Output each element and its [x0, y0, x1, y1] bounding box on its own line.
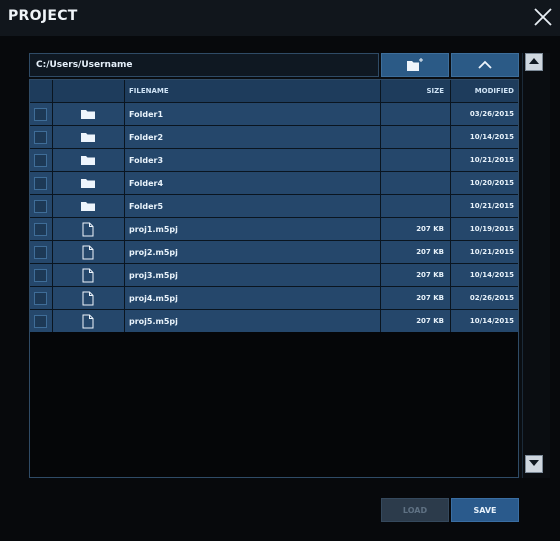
table-header: FILENAME SIZE MODIFIED [30, 80, 518, 102]
row-filename: proj3.m5pj [129, 270, 178, 280]
dialog-title: PROJECT [8, 8, 78, 24]
table-row[interactable]: Folder3 10/21/2015 [30, 148, 518, 171]
row-size: 207 KB [416, 248, 444, 256]
column-header-modified[interactable]: MODIFIED [450, 80, 514, 102]
row-size: 207 KB [416, 317, 444, 325]
checkbox[interactable] [34, 153, 47, 167]
scroll-up-button[interactable] [525, 53, 543, 71]
row-size [380, 126, 450, 148]
row-size [380, 149, 450, 171]
row-filename: proj2.m5pj [129, 247, 178, 257]
row-modified: 10/14/2015 [469, 317, 514, 325]
new-folder-button[interactable] [381, 53, 449, 77]
table-row[interactable]: Folder1 03/26/2015 [30, 102, 518, 125]
checkbox[interactable] [34, 176, 47, 190]
column-header-filename[interactable]: FILENAME [125, 80, 169, 102]
row-size [380, 103, 450, 125]
row-modified: 10/14/2015 [469, 133, 514, 141]
row-modified: 03/26/2015 [469, 110, 514, 118]
file-icon [52, 241, 124, 263]
row-filename: proj1.m5pj [129, 224, 178, 234]
row-modified: 10/21/2015 [469, 156, 514, 164]
row-filename: proj5.m5pj [129, 316, 178, 326]
row-filename: Folder5 [129, 201, 164, 211]
checkbox[interactable] [34, 130, 47, 144]
checkbox[interactable] [34, 245, 47, 259]
scroll-down-button[interactable] [525, 455, 543, 473]
row-filename: Folder4 [129, 178, 164, 188]
table-row[interactable]: proj4.m5pj 207 KB 02/26/2015 [30, 286, 518, 309]
row-modified: 10/21/2015 [469, 202, 514, 210]
file-table: FILENAME SIZE MODIFIED Folder1 03/26/2015… [29, 79, 519, 478]
file-icon [52, 218, 124, 240]
row-checkbox[interactable] [30, 287, 52, 309]
row-checkbox[interactable] [30, 218, 52, 240]
row-size: 207 KB [416, 271, 444, 279]
row-size: 207 KB [416, 225, 444, 233]
file-browser-panel: C:/Users/Username FILENAME SIZE MODIFIED [29, 53, 550, 478]
row-filename: Folder2 [129, 132, 164, 142]
folder-icon [52, 195, 124, 217]
title-bar: PROJECT [0, 0, 560, 36]
close-icon[interactable] [532, 6, 554, 28]
row-filename: Folder1 [129, 109, 164, 119]
new-folder-icon [407, 58, 423, 71]
row-checkbox[interactable] [30, 264, 52, 286]
scroll-down-arrow-icon [529, 460, 539, 466]
scroll-up-arrow-icon [529, 58, 539, 64]
folder-icon [52, 149, 124, 171]
row-checkbox[interactable] [30, 172, 52, 194]
row-checkbox[interactable] [30, 126, 52, 148]
checkbox[interactable] [34, 107, 47, 121]
project-dialog: PROJECT C:/Users/Username FILENAME SIZE [0, 0, 560, 541]
column-header-size[interactable]: SIZE [380, 80, 444, 102]
file-icon [52, 287, 124, 309]
row-modified: 10/14/2015 [469, 271, 514, 279]
checkbox[interactable] [34, 222, 47, 236]
checkbox[interactable] [34, 268, 47, 282]
row-size: 207 KB [416, 294, 444, 302]
row-checkbox[interactable] [30, 103, 52, 125]
checkbox[interactable] [34, 199, 47, 213]
row-filename: proj4.m5pj [129, 293, 178, 303]
folder-icon [52, 103, 124, 125]
row-checkbox[interactable] [30, 310, 52, 332]
folder-icon [52, 126, 124, 148]
row-modified: 10/21/2015 [469, 248, 514, 256]
row-modified: 10/19/2015 [469, 225, 514, 233]
chevron-up-icon [478, 60, 492, 69]
row-checkbox[interactable] [30, 241, 52, 263]
table-row[interactable]: Folder5 10/21/2015 [30, 194, 518, 217]
checkbox[interactable] [34, 291, 47, 305]
row-modified: 02/26/2015 [469, 294, 514, 302]
row-filename: Folder3 [129, 155, 164, 165]
table-row[interactable]: proj2.m5pj 207 KB 10/21/2015 [30, 240, 518, 263]
table-row[interactable]: proj5.m5pj 207 KB 10/14/2015 [30, 309, 518, 332]
table-row[interactable]: proj1.m5pj 207 KB 10/19/2015 [30, 217, 518, 240]
parent-folder-button[interactable] [451, 53, 519, 77]
checkbox[interactable] [34, 314, 47, 328]
row-checkbox[interactable] [30, 195, 52, 217]
folder-icon [52, 172, 124, 194]
file-icon [52, 264, 124, 286]
row-size [380, 195, 450, 217]
load-button[interactable]: LOAD [381, 498, 449, 522]
file-icon [52, 310, 124, 332]
table-row[interactable]: Folder4 10/20/2015 [30, 171, 518, 194]
row-size [380, 172, 450, 194]
table-row[interactable]: Folder2 10/14/2015 [30, 125, 518, 148]
save-button[interactable]: SAVE [451, 498, 519, 522]
current-path: C:/Users/Username [36, 60, 133, 70]
path-bar: C:/Users/Username [29, 53, 379, 77]
table-row[interactable]: proj3.m5pj 207 KB 10/14/2015 [30, 263, 518, 286]
row-checkbox[interactable] [30, 149, 52, 171]
row-modified: 10/20/2015 [469, 179, 514, 187]
scrollbar[interactable] [522, 53, 550, 478]
